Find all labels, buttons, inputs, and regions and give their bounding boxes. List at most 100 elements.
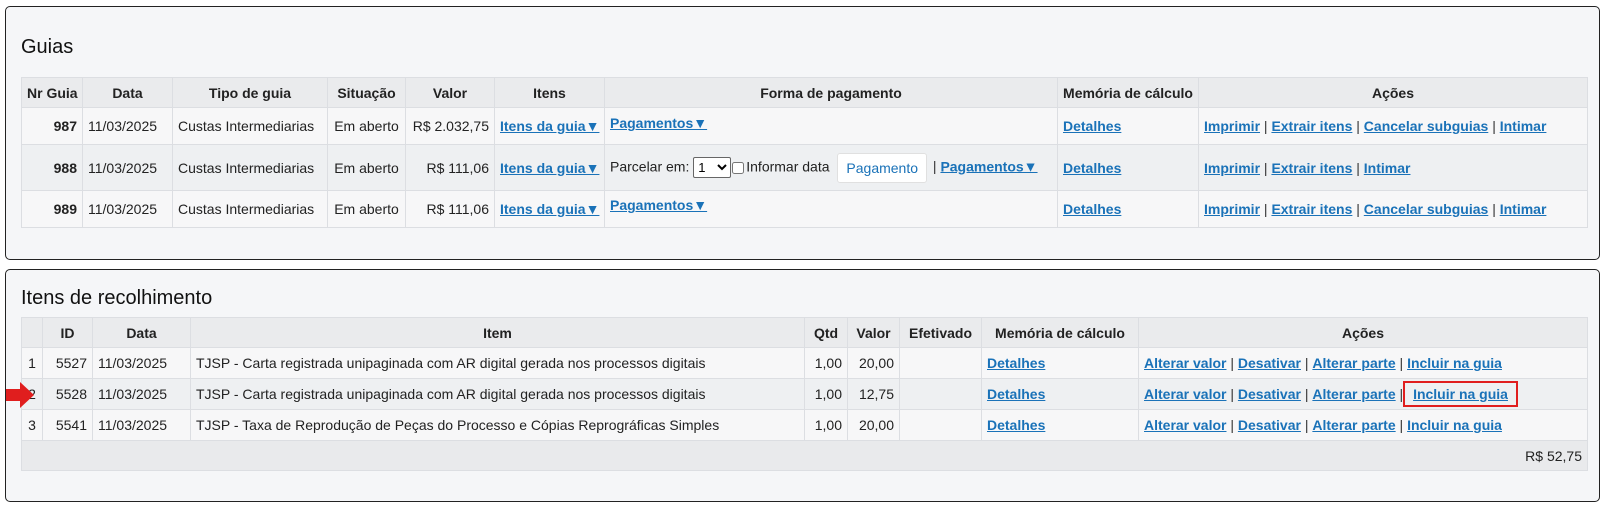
col-acoes: Ações bbox=[1198, 77, 1588, 108]
intimar-link[interactable]: Intimar bbox=[1500, 201, 1547, 217]
item-descricao: TJSP - Carta registrada unipaginada com … bbox=[190, 378, 805, 410]
item-efetivado bbox=[899, 347, 982, 379]
pagamento-button[interactable]: Pagamento bbox=[837, 152, 928, 183]
item-row: 3 5541 11/03/2025 TJSP - Taxa de Reprodu… bbox=[21, 409, 1588, 441]
col-data[interactable]: Data bbox=[82, 77, 173, 108]
informar-data-label: Informar data bbox=[746, 158, 830, 175]
red-arrow-icon bbox=[6, 382, 34, 408]
col-forma-pagamento[interactable]: Forma de pagamento bbox=[604, 77, 1058, 108]
imprimir-link[interactable]: Imprimir bbox=[1204, 160, 1260, 176]
intimar-link[interactable]: Intimar bbox=[1500, 118, 1547, 134]
col-memoria[interactable]: Memória de cálculo bbox=[981, 317, 1139, 348]
detalhes-link[interactable]: Detalhes bbox=[1063, 118, 1121, 134]
itens-da-guia-link[interactable]: Itens da guia▼ bbox=[500, 201, 599, 217]
col-valor[interactable]: Valor bbox=[847, 317, 900, 348]
item-data: 11/03/2025 bbox=[92, 409, 191, 441]
col-qtd[interactable]: Qtd bbox=[804, 317, 848, 348]
desativar-link[interactable]: Desativar bbox=[1238, 386, 1301, 402]
incluir-na-guia-link-highlighted[interactable]: Incluir na guia bbox=[1403, 381, 1518, 407]
guia-nr: 989 bbox=[21, 190, 83, 228]
item-valor: 20,00 bbox=[847, 409, 900, 441]
alterar-parte-link[interactable]: Alterar parte bbox=[1312, 386, 1395, 402]
extrair-itens-link[interactable]: Extrair itens bbox=[1271, 160, 1352, 176]
itens-table: ID Data Item Qtd Valor Efetivado Memória… bbox=[21, 317, 1588, 471]
desativar-link[interactable]: Desativar bbox=[1238, 417, 1301, 433]
desativar-link[interactable]: Desativar bbox=[1238, 355, 1301, 371]
item-row: 2 5528 11/03/2025 TJSP - Carta registrad… bbox=[21, 378, 1588, 410]
itens-da-guia-link[interactable]: Itens da guia▼ bbox=[500, 160, 599, 176]
detalhes-link[interactable]: Detalhes bbox=[987, 386, 1045, 402]
alterar-parte-link[interactable]: Alterar parte bbox=[1312, 355, 1395, 371]
col-itens[interactable]: Itens bbox=[494, 77, 605, 108]
detalhes-link[interactable]: Detalhes bbox=[987, 355, 1045, 371]
col-nr-guia[interactable]: Nr Guia bbox=[21, 77, 83, 108]
alterar-valor-link[interactable]: Alterar valor bbox=[1144, 386, 1226, 402]
col-efetivado[interactable]: Efetivado bbox=[899, 317, 982, 348]
item-descricao: TJSP - Taxa de Reprodução de Peças do Pr… bbox=[190, 409, 805, 441]
guias-table: Nr Guia Data Tipo de guia Situação Valor… bbox=[21, 77, 1588, 228]
item-qtd: 1,00 bbox=[804, 409, 848, 441]
item-valor: 20,00 bbox=[847, 347, 900, 379]
col-id[interactable]: ID bbox=[42, 317, 93, 348]
item-id: 5528 bbox=[42, 378, 93, 410]
item-valor: 12,75 bbox=[847, 378, 900, 410]
forma-pagamento-cell: Parcelar em: 1 Informar data Pagamento |… bbox=[604, 144, 1058, 191]
parcelar-select[interactable]: 1 bbox=[693, 157, 732, 178]
item-efetivado bbox=[899, 409, 982, 441]
item-acoes: Alterar valor | Desativar | Alterar part… bbox=[1138, 378, 1588, 410]
col-item[interactable]: Item bbox=[190, 317, 805, 348]
intimar-link[interactable]: Intimar bbox=[1364, 160, 1411, 176]
col-data[interactable]: Data bbox=[92, 317, 191, 348]
item-data: 11/03/2025 bbox=[92, 347, 191, 379]
itens-da-guia-link[interactable]: Itens da guia▼ bbox=[500, 118, 599, 134]
guia-tipo: Custas Intermediarias bbox=[172, 190, 328, 228]
itens-header-row: ID Data Item Qtd Valor Efetivado Memória… bbox=[21, 317, 1588, 348]
guia-situacao: Em aberto bbox=[327, 144, 406, 191]
informar-data-checkbox[interactable] bbox=[732, 161, 745, 174]
guia-situacao: Em aberto bbox=[327, 190, 406, 228]
total-row: R$ 52,75 bbox=[21, 440, 1588, 471]
alterar-parte-link[interactable]: Alterar parte bbox=[1312, 417, 1395, 433]
item-row: 1 5527 11/03/2025 TJSP - Carta registrad… bbox=[21, 347, 1588, 379]
itens-title: Itens de recolhimento bbox=[21, 287, 213, 309]
cancelar-subguias-link[interactable]: Cancelar subguias bbox=[1364, 118, 1489, 134]
imprimir-link[interactable]: Imprimir bbox=[1204, 118, 1260, 134]
pagamentos-link[interactable]: Pagamentos▼ bbox=[610, 115, 707, 131]
itens-panel: Itens de recolhimento ID Data Item Qtd V… bbox=[5, 269, 1600, 502]
extrair-itens-link[interactable]: Extrair itens bbox=[1271, 118, 1352, 134]
guia-data: 11/03/2025 bbox=[82, 190, 173, 228]
detalhes-link[interactable]: Detalhes bbox=[1063, 160, 1121, 176]
col-tipo[interactable]: Tipo de guia bbox=[172, 77, 328, 108]
item-qtd: 1,00 bbox=[804, 347, 848, 379]
guia-nr: 987 bbox=[21, 107, 83, 145]
guias-title: Guias bbox=[21, 36, 74, 58]
item-qtd: 1,00 bbox=[804, 378, 848, 410]
alterar-valor-link[interactable]: Alterar valor bbox=[1144, 417, 1226, 433]
pagamentos-link[interactable]: Pagamentos▼ bbox=[940, 158, 1037, 174]
guia-data: 11/03/2025 bbox=[82, 107, 173, 145]
guia-valor: R$ 111,06 bbox=[405, 144, 495, 191]
guia-data: 11/03/2025 bbox=[82, 144, 173, 191]
item-efetivado bbox=[899, 378, 982, 410]
guia-acoes: Imprimir | Extrair itens | Cancelar subg… bbox=[1198, 107, 1588, 145]
detalhes-link[interactable]: Detalhes bbox=[987, 417, 1045, 433]
guia-valor: R$ 111,06 bbox=[405, 190, 495, 228]
col-valor[interactable]: Valor bbox=[405, 77, 495, 108]
guia-nr: 988 bbox=[21, 144, 83, 191]
imprimir-link[interactable]: Imprimir bbox=[1204, 201, 1260, 217]
col-situacao[interactable]: Situação bbox=[327, 77, 406, 108]
extrair-itens-link[interactable]: Extrair itens bbox=[1271, 201, 1352, 217]
incluir-na-guia-link[interactable]: Incluir na guia bbox=[1407, 355, 1502, 371]
detalhes-link[interactable]: Detalhes bbox=[1063, 201, 1121, 217]
col-memoria[interactable]: Memória de cálculo bbox=[1057, 77, 1199, 108]
guia-valor: R$ 2.032,75 bbox=[405, 107, 495, 145]
col-index bbox=[21, 317, 43, 348]
incluir-na-guia-link[interactable]: Incluir na guia bbox=[1407, 417, 1502, 433]
pagamentos-link[interactable]: Pagamentos▼ bbox=[610, 197, 707, 213]
item-descricao: TJSP - Carta registrada unipaginada com … bbox=[190, 347, 805, 379]
guia-acoes: Imprimir | Extrair itens | Intimar bbox=[1198, 144, 1588, 191]
guias-header-row: Nr Guia Data Tipo de guia Situação Valor… bbox=[21, 77, 1588, 108]
cancelar-subguias-link[interactable]: Cancelar subguias bbox=[1364, 201, 1489, 217]
guia-row: 987 11/03/2025 Custas Intermediarias Em … bbox=[21, 107, 1588, 145]
alterar-valor-link[interactable]: Alterar valor bbox=[1144, 355, 1226, 371]
